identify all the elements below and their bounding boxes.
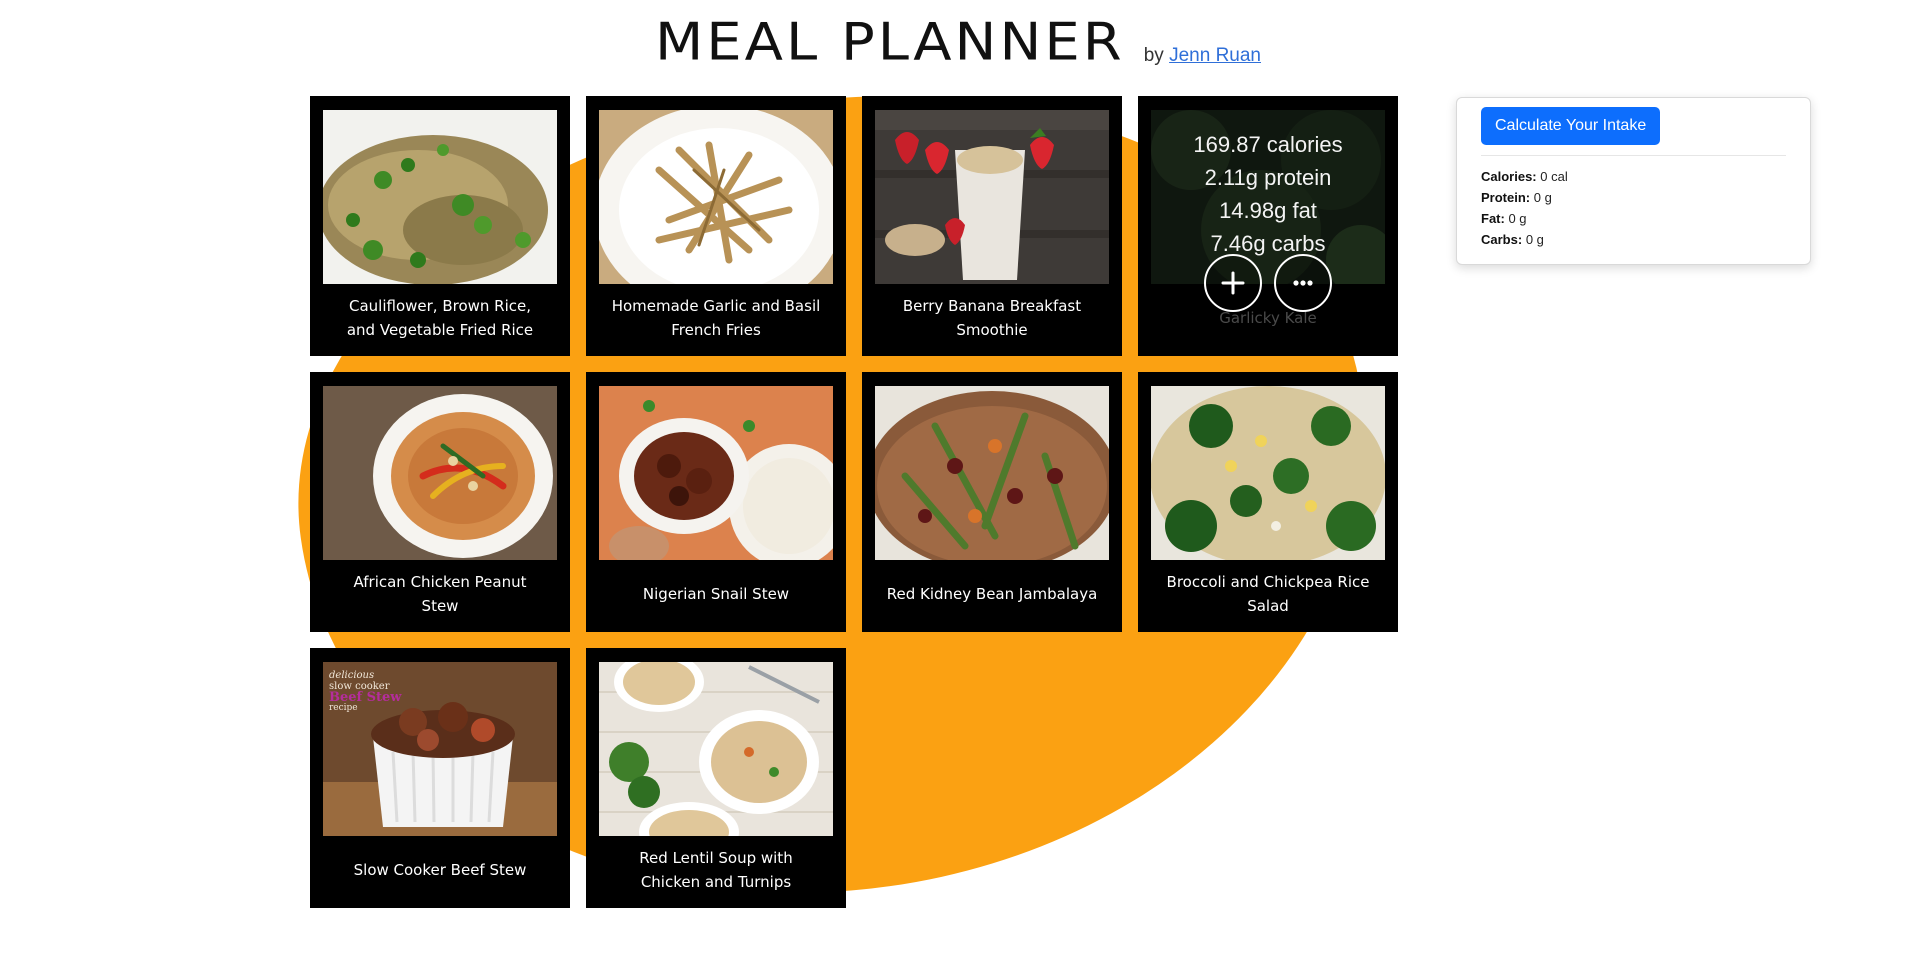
stat-carbs: Carbs: 0 g xyxy=(1481,229,1568,250)
meal-card-hovered[interactable]: Garlicky Kale 169.87 calories 2.11g prot… xyxy=(1138,96,1398,356)
meal-title: Slow Cooker Beef Stew xyxy=(353,861,527,879)
overlay-actions xyxy=(1204,254,1332,312)
page-title: MEAL PLANNER xyxy=(654,12,1125,73)
meal-title: Red Kidney Bean Jambalaya xyxy=(886,585,1098,603)
peanut-stew-photo xyxy=(323,386,557,560)
panel-divider xyxy=(1481,155,1786,156)
meal-card[interactable]: African Chicken Peanut Stew xyxy=(310,372,570,632)
jambalaya-photo xyxy=(875,386,1109,560)
stat-protein-value: 0 g xyxy=(1533,190,1552,205)
nutrition-overlay: 169.87 calories 2.11g protein 14.98g fat… xyxy=(1151,110,1385,312)
calculate-intake-button[interactable]: Calculate Your Intake xyxy=(1481,107,1661,145)
beef-stew-photo: delicious slow cooker Beef Stew recipe xyxy=(323,662,557,836)
stat-protein-label: Protein: xyxy=(1481,190,1531,205)
byline-prefix: by xyxy=(1143,45,1164,66)
lentil-soup-photo xyxy=(599,662,833,836)
overlay-calories: 169.87 calories xyxy=(1193,132,1343,157)
meal-card[interactable]: Red Kidney Bean Jambalaya xyxy=(862,372,1122,632)
intake-stats: Calories: 0 cal Protein: 0 g Fat: 0 g Ca… xyxy=(1481,166,1568,250)
stat-protein: Protein: 0 g xyxy=(1481,187,1568,208)
meal-card[interactable]: Red Lentil Soup with Chicken and Turnips xyxy=(586,648,846,908)
stat-fat-label: Fat: xyxy=(1481,211,1505,226)
broccoli-salad-photo xyxy=(1151,386,1385,560)
meal-card[interactable]: Berry Banana Breakfast Smoothie xyxy=(862,96,1122,356)
beef-stew-photo-caption: delicious slow cooker Beef Stew recipe xyxy=(329,670,402,714)
meal-card[interactable]: Homemade Garlic and Basil French Fries xyxy=(586,96,846,356)
overlay-protein: 2.11g protein xyxy=(1204,165,1332,190)
meal-card[interactable]: Nigerian Snail Stew xyxy=(586,372,846,632)
meal-title: Berry Banana Breakfast Smoothie xyxy=(902,297,1082,339)
stat-carbs-label: Carbs: xyxy=(1481,232,1523,247)
more-dots-icon xyxy=(1293,280,1313,286)
plus-icon xyxy=(1221,271,1245,295)
intake-panel: Calculate Your Intake Calories: 0 cal Pr… xyxy=(1456,97,1811,265)
more-options-button[interactable] xyxy=(1274,254,1332,312)
smoothie-photo xyxy=(875,110,1109,284)
meal-title: Cauliflower, Brown Rice, and Vegetable F… xyxy=(346,297,534,339)
page: MEAL PLANNER by Jenn Ruan Cauliflower, B… xyxy=(0,0,1916,966)
snail-stew-photo xyxy=(599,386,833,560)
stat-fat: Fat: 0 g xyxy=(1481,208,1568,229)
byline: by Jenn Ruan xyxy=(1144,45,1261,67)
add-meal-button[interactable] xyxy=(1204,254,1262,312)
author-link[interactable]: Jenn Ruan xyxy=(1169,45,1261,66)
meal-card[interactable]: Broccoli and Chickpea Rice Salad xyxy=(1138,372,1398,632)
overlay-fat: 14.98g fat xyxy=(1219,198,1317,223)
meal-title: Broccoli and Chickpea Rice Salad xyxy=(1166,573,1370,615)
fried-rice-photo xyxy=(323,110,557,284)
caption-line-1: delicious xyxy=(329,670,375,681)
caption-line-3: Beef Stew xyxy=(329,690,402,705)
stat-calories: Calories: 0 cal xyxy=(1481,166,1568,187)
meal-title: Homemade Garlic and Basil French Fries xyxy=(611,297,821,339)
meal-card[interactable]: Cauliflower, Brown Rice, and Vegetable F… xyxy=(310,96,570,356)
meal-grid: Cauliflower, Brown Rice, and Vegetable F… xyxy=(310,96,1400,908)
page-header: MEAL PLANNER by Jenn Ruan xyxy=(0,10,1916,75)
meal-title: Nigerian Snail Stew xyxy=(642,585,790,603)
stat-fat-value: 0 g xyxy=(1508,211,1527,226)
stat-carbs-value: 0 g xyxy=(1525,232,1544,247)
meal-title: Red Lentil Soup with Chicken and Turnips xyxy=(639,849,793,891)
meal-title: African Chicken Peanut Stew xyxy=(353,573,527,615)
meal-card[interactable]: delicious slow cooker Beef Stew recipe S… xyxy=(310,648,570,908)
stat-calories-label: Calories: xyxy=(1481,169,1537,184)
french-fries-photo xyxy=(599,110,833,284)
stat-calories-value: 0 cal xyxy=(1540,169,1568,184)
